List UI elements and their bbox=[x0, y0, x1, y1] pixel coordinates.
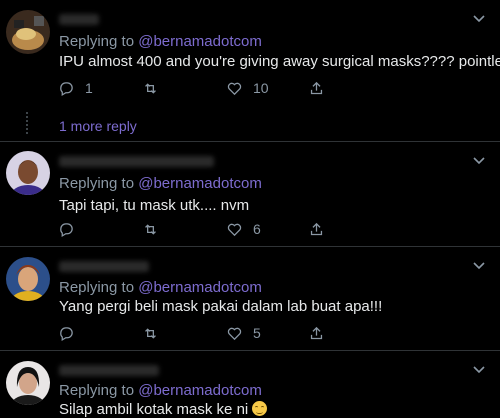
share-icon bbox=[310, 326, 323, 339]
like-count: 10 bbox=[253, 80, 269, 96]
tweet-text: Tapi tapi, tu mask utk.... nvm bbox=[59, 197, 250, 214]
tweet-menu-button[interactable] bbox=[472, 261, 486, 271]
retweet-icon bbox=[145, 223, 156, 235]
reply-tweet-1[interactable]: Replying to @bernamadotcom IPU almost 40… bbox=[0, 0, 500, 142]
chevron-down-icon bbox=[473, 366, 485, 374]
mention-link[interactable]: @bernamadotcom bbox=[138, 33, 262, 50]
avatar[interactable] bbox=[6, 361, 50, 405]
avatar[interactable] bbox=[6, 257, 50, 301]
tweet-actions: 6 bbox=[58, 219, 358, 239]
chevron-down-icon bbox=[473, 15, 485, 23]
retweet-icon bbox=[145, 327, 156, 339]
reply-tweet-2[interactable]: Replying to @bernamadotcom Tapi tapi, tu… bbox=[0, 142, 500, 247]
replying-to-label: Replying to bbox=[59, 279, 135, 296]
tweet-text: Silap ambil kotak mask ke ni bbox=[59, 401, 249, 418]
like-icon bbox=[227, 223, 242, 236]
like-count: 6 bbox=[253, 221, 261, 237]
replying-to: Replying to @bernamadotcom bbox=[59, 382, 262, 399]
display-name bbox=[59, 365, 159, 376]
like-icon bbox=[227, 82, 242, 95]
reply-tweet-4[interactable]: Replying to @bernamadotcom Silap ambil k… bbox=[0, 351, 500, 418]
tweet-menu-button[interactable] bbox=[472, 365, 486, 375]
replying-to-label: Replying to bbox=[59, 382, 135, 399]
tweet-actions: 1 10 bbox=[58, 78, 358, 98]
tweet-actions: 5 bbox=[58, 323, 358, 343]
reply-icon bbox=[60, 326, 73, 341]
reply-button[interactable] bbox=[58, 323, 85, 343]
mention-link[interactable]: @bernamadotcom bbox=[138, 279, 262, 296]
share-button[interactable] bbox=[308, 78, 325, 98]
share-icon bbox=[310, 81, 323, 94]
retweet-button[interactable] bbox=[142, 78, 169, 98]
show-more-replies-link[interactable]: 1 more reply bbox=[59, 118, 137, 134]
retweet-icon bbox=[145, 82, 156, 94]
avatar[interactable] bbox=[6, 10, 50, 54]
reply-button[interactable] bbox=[58, 219, 85, 239]
replying-to-label: Replying to bbox=[59, 33, 135, 50]
tweet-menu-button[interactable] bbox=[472, 156, 486, 166]
share-button[interactable] bbox=[308, 323, 325, 343]
mention-link[interactable]: @bernamadotcom bbox=[138, 175, 262, 192]
tweet-text-line: Silap ambil kotak mask ke ni bbox=[59, 401, 268, 418]
replying-to: Replying to @bernamadotcom bbox=[59, 33, 262, 50]
thread-dots bbox=[26, 112, 30, 134]
tweet-menu-button[interactable] bbox=[472, 14, 486, 24]
display-name bbox=[59, 156, 214, 167]
reply-icon bbox=[60, 222, 73, 237]
share-icon bbox=[310, 222, 323, 235]
chevron-down-icon bbox=[473, 262, 485, 270]
like-button[interactable]: 6 bbox=[226, 219, 261, 239]
replying-to-label: Replying to bbox=[59, 175, 135, 192]
replying-to: Replying to @bernamadotcom bbox=[59, 279, 262, 296]
retweet-button[interactable] bbox=[142, 323, 169, 343]
relieved-face-emoji bbox=[252, 401, 268, 416]
avatar[interactable] bbox=[6, 151, 50, 195]
tweet-text: IPU almost 400 and you're giving away su… bbox=[59, 53, 500, 70]
reply-tweet-3[interactable]: Replying to @bernamadotcom Yang pergi be… bbox=[0, 247, 500, 351]
like-button[interactable]: 5 bbox=[226, 323, 261, 343]
reply-button[interactable]: 1 bbox=[58, 78, 93, 98]
like-button[interactable]: 10 bbox=[226, 78, 269, 98]
chevron-down-icon bbox=[473, 157, 485, 165]
replying-to: Replying to @bernamadotcom bbox=[59, 175, 262, 192]
reply-icon bbox=[60, 81, 73, 96]
like-icon bbox=[227, 327, 242, 340]
retweet-button[interactable] bbox=[142, 219, 169, 239]
share-button[interactable] bbox=[308, 219, 325, 239]
display-name bbox=[59, 261, 149, 272]
mention-link[interactable]: @bernamadotcom bbox=[138, 382, 262, 399]
display-name bbox=[59, 14, 99, 25]
like-count: 5 bbox=[253, 325, 261, 341]
tweet-text: Yang pergi beli mask pakai dalam lab bua… bbox=[59, 298, 383, 315]
reply-count: 1 bbox=[85, 80, 93, 96]
